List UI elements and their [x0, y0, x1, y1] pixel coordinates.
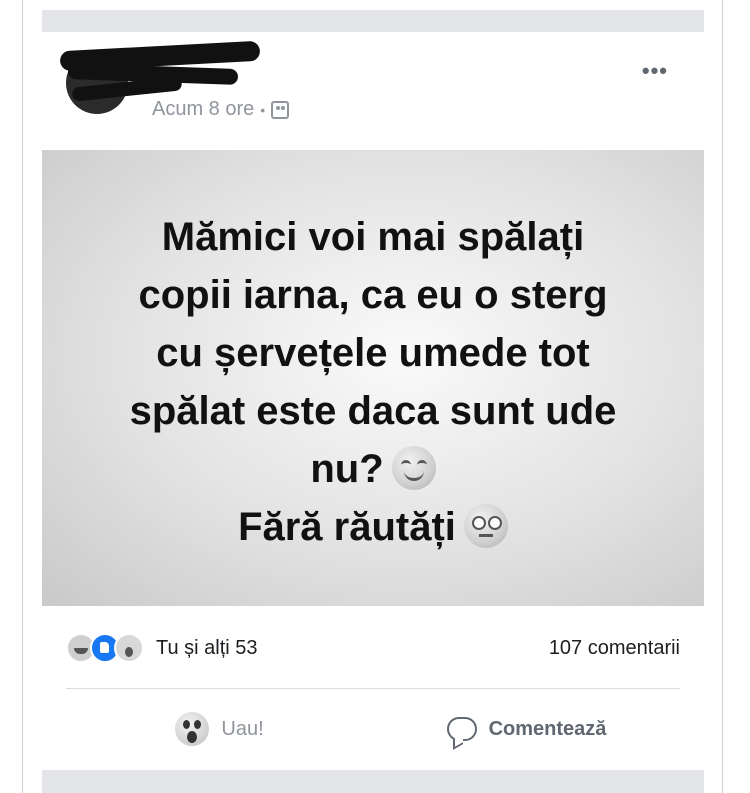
image-text-line: copii iarna, ca eu o sterg [138, 273, 608, 317]
image-text-line: Mămici voi mai spălați [161, 215, 585, 259]
reactions-summary-row: Tu și alți 53 107 comentarii [66, 632, 680, 664]
post-actions-bar: Uau! Comentează [66, 707, 680, 751]
image-text-line: nu? [310, 447, 384, 491]
image-text-line-with-emoji: nu? [73, 440, 673, 498]
comment-button-label: Comentează [488, 717, 607, 740]
next-post-separator [42, 770, 704, 793]
wow-reaction-icon [175, 712, 210, 746]
meta-separator: • [260, 101, 266, 118]
wow-icon [114, 633, 144, 663]
comment-button[interactable]: Comentează [373, 717, 680, 741]
reaction-button-label: Uau! [221, 717, 264, 740]
previous-post-separator [42, 10, 704, 32]
post-image-text: Mămici voi mai spălați copii iarna, ca e… [73, 208, 673, 556]
reaction-button[interactable]: Uau! [66, 712, 373, 746]
smiling-face-emoji-icon [391, 446, 436, 490]
more-options-button[interactable]: ••• [642, 58, 668, 84]
friends-icon[interactable] [271, 100, 290, 119]
post-image[interactable]: Mămici voi mai spălați copii iarna, ca e… [42, 150, 704, 606]
comment-bubble-icon [446, 717, 477, 741]
reactions-count-text: Tu și alți 53 [156, 636, 258, 659]
reaction-icons [66, 633, 144, 663]
post-meta: Acum 8 ore • [152, 98, 290, 121]
image-text-line-with-emoji: Fără răutăți [73, 498, 673, 556]
reactions-summary[interactable]: Tu și alți 53 [66, 633, 258, 663]
actions-divider [66, 688, 680, 689]
image-text-line: spălat este daca sunt ude [129, 389, 617, 433]
feed-left-border [22, 0, 23, 793]
image-text-line: Fără răutăți [238, 505, 456, 549]
feed-right-border [722, 0, 723, 793]
post-timestamp[interactable]: Acum 8 ore [152, 98, 254, 121]
comments-count-link[interactable]: 107 comentarii [549, 637, 680, 660]
post-card: Acum 8 ore • ••• Mămici voi mai spălați … [42, 32, 704, 770]
image-text-line: cu șervețele umede tot [156, 331, 590, 375]
rolling-eyes-emoji-icon [463, 504, 508, 548]
feed-frame: Acum 8 ore • ••• Mămici voi mai spălați … [0, 0, 750, 793]
